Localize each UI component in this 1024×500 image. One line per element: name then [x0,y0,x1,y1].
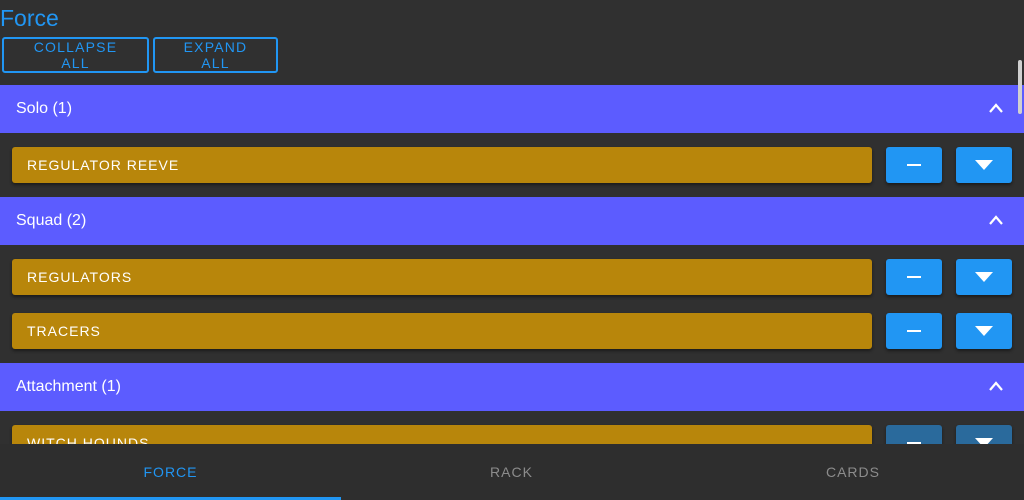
caret-down-icon [975,272,993,282]
expand-unit-button[interactable] [956,425,1012,444]
scrollbar[interactable] [1018,60,1022,114]
expand-all-button[interactable]: EXPAND ALL [153,37,278,73]
remove-unit-button[interactable] [886,425,942,444]
list-item: REGULATOR REEVE [0,147,1024,183]
bottom-nav: FORCE RACK CARDS [0,444,1024,500]
remove-unit-button[interactable] [886,259,942,295]
expand-unit-button[interactable] [956,313,1012,349]
force-list: Solo (1) REGULATOR REEVE Squad (2) REGUL… [0,85,1024,444]
section-title: Squad (2) [16,212,87,229]
unit-button[interactable]: TRACERS [12,313,872,349]
unit-button[interactable]: REGULATOR REEVE [12,147,872,183]
remove-unit-button[interactable] [886,147,942,183]
expand-unit-button[interactable] [956,259,1012,295]
list-item: WITCH HOUNDS [0,425,1024,444]
chevron-up-icon [989,381,1003,391]
tab-rack[interactable]: RACK [341,444,682,500]
list-item: TRACERS [0,313,1024,349]
remove-unit-button[interactable] [886,313,942,349]
caret-down-icon [975,326,993,336]
unit-label: TRACERS [27,323,101,339]
chevron-up-icon [989,103,1003,113]
section-title: Attachment (1) [16,378,121,395]
collapse-all-button[interactable]: COLLAPSE ALL [2,37,149,73]
caret-down-icon [975,160,993,170]
tab-cards[interactable]: CARDS [682,444,1024,500]
expand-unit-button[interactable] [956,147,1012,183]
section-header-attachment[interactable]: Attachment (1) [0,363,1024,411]
minus-icon [907,164,921,166]
unit-button[interactable]: WITCH HOUNDS [12,425,872,444]
page-title: Force [0,5,59,31]
chevron-up-icon [989,215,1003,225]
tab-force[interactable]: FORCE [0,444,341,500]
list-item: REGULATORS [0,259,1024,295]
unit-label: REGULATOR REEVE [27,157,180,173]
section-title: Solo (1) [16,100,73,117]
section-header-solo[interactable]: Solo (1) [0,85,1024,133]
section-header-squad[interactable]: Squad (2) [0,197,1024,245]
unit-button[interactable]: REGULATORS [12,259,872,295]
unit-label: REGULATORS [27,269,133,285]
toolbar: COLLAPSE ALL EXPAND ALL [2,37,278,73]
minus-icon [907,276,921,278]
minus-icon [907,330,921,332]
unit-label: WITCH HOUNDS [27,435,150,444]
